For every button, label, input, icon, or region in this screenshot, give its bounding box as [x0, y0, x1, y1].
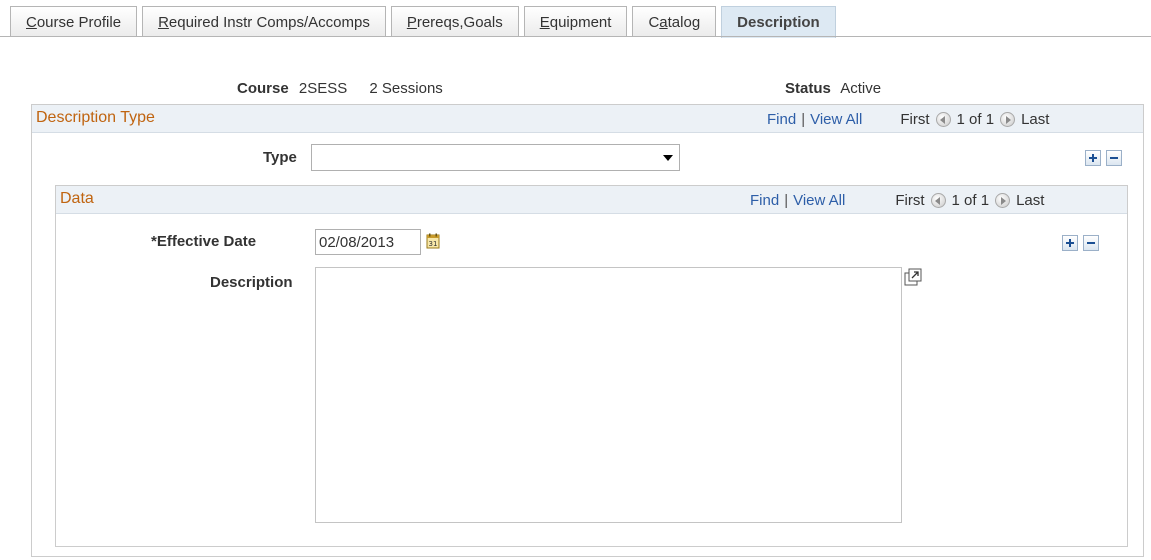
tab-course-profile-label: ourse Profile	[36, 13, 122, 31]
description-type-area: Description Type Find | View All First 1…	[31, 104, 1144, 557]
data-delete-row-button[interactable]	[1083, 235, 1099, 251]
effective-date-input[interactable]	[315, 229, 421, 255]
tab-equipment[interactable]: Equipment	[523, 6, 628, 37]
data-header: Data Find | View All First 1 of 1 Last	[56, 186, 1127, 214]
tab-catalog-pre: C	[648, 13, 660, 31]
view-all-link[interactable]: View All	[810, 111, 862, 128]
tab-prereqs-goals-label: rereqs,Goals	[416, 13, 503, 31]
last-label: Last	[1021, 111, 1050, 128]
arrow-left-icon[interactable]	[935, 112, 951, 127]
tab-equipment-label: quipment	[549, 13, 612, 31]
svg-text:31: 31	[429, 240, 438, 248]
course-code: 2SESS	[298, 80, 348, 97]
calendar-icon[interactable]: 31	[426, 233, 440, 249]
delete-row-button[interactable]	[1106, 150, 1122, 166]
tab-description[interactable]: Description	[721, 6, 836, 38]
description-type-header: Description Type Find | View All First 1…	[32, 105, 1143, 133]
data-add-row-button[interactable]	[1062, 235, 1078, 251]
data-arrow-right-icon[interactable]	[995, 193, 1011, 208]
tab-prereqs-goals[interactable]: Prereqs,Goals	[390, 6, 519, 37]
type-label: Type	[263, 149, 297, 166]
tab-course-profile-accesskey: C	[26, 13, 37, 31]
description-type-nav: Find | View All First 1 of 1 Last	[767, 111, 1049, 128]
data-title: Data	[60, 190, 94, 207]
expand-textarea-icon[interactable]	[904, 268, 922, 286]
data-find-link[interactable]: Find	[750, 192, 779, 209]
effective-date-label: *Effective Date	[151, 233, 257, 250]
data-area: Data Find | View All First 1 of 1 Last *…	[55, 185, 1128, 547]
tab-catalog-accesskey: a	[659, 13, 668, 31]
data-last-label: Last	[1016, 192, 1045, 209]
tab-course-profile[interactable]: Course Profile	[10, 6, 138, 37]
data-row-count: 1 of 1	[951, 192, 990, 209]
course-name: 2 Sessions	[369, 80, 443, 97]
tab-description-label: Description	[737, 14, 820, 31]
tab-required-instr-comps[interactable]: Required Instr Comps/Accomps	[142, 6, 386, 37]
tab-required-instr-comps-label: equired Instr Comps/Accomps	[168, 13, 370, 31]
tab-divider	[0, 36, 1151, 37]
first-label: First	[900, 111, 930, 128]
chevron-down-icon	[663, 155, 673, 161]
tab-catalog-label: talog	[667, 13, 701, 31]
data-nav: Find | View All First 1 of 1 Last	[750, 192, 1044, 209]
course-info: Course 2SESS 2 Sessions	[237, 80, 443, 97]
data-view-all-link[interactable]: View All	[793, 192, 845, 209]
tab-catalog[interactable]: Ca talog	[632, 6, 717, 37]
data-nav-separator: |	[784, 192, 789, 209]
arrow-right-icon[interactable]	[1000, 112, 1016, 127]
tab-equipment-accesskey: E	[539, 13, 550, 31]
add-row-button[interactable]	[1085, 150, 1101, 166]
data-first-label: First	[895, 192, 925, 209]
find-link[interactable]: Find	[767, 111, 796, 128]
description-textarea[interactable]	[315, 267, 902, 523]
tab-prereqs-goals-accesskey: P	[406, 13, 417, 31]
course-label: Course	[237, 80, 289, 97]
status-info: Status Active	[785, 80, 881, 97]
tab-bar: Course Profile Required Instr Comps/Acco…	[10, 6, 841, 38]
row-count: 1 of 1	[956, 111, 995, 128]
status-label: Status	[785, 80, 831, 97]
nav-separator: |	[801, 111, 806, 128]
tab-required-instr-comps-accesskey: R	[158, 13, 169, 31]
description-label: Description	[210, 274, 293, 291]
description-type-title: Description Type	[36, 109, 155, 126]
status-value: Active	[840, 80, 882, 97]
type-select[interactable]	[311, 144, 680, 171]
data-arrow-left-icon[interactable]	[930, 193, 946, 208]
